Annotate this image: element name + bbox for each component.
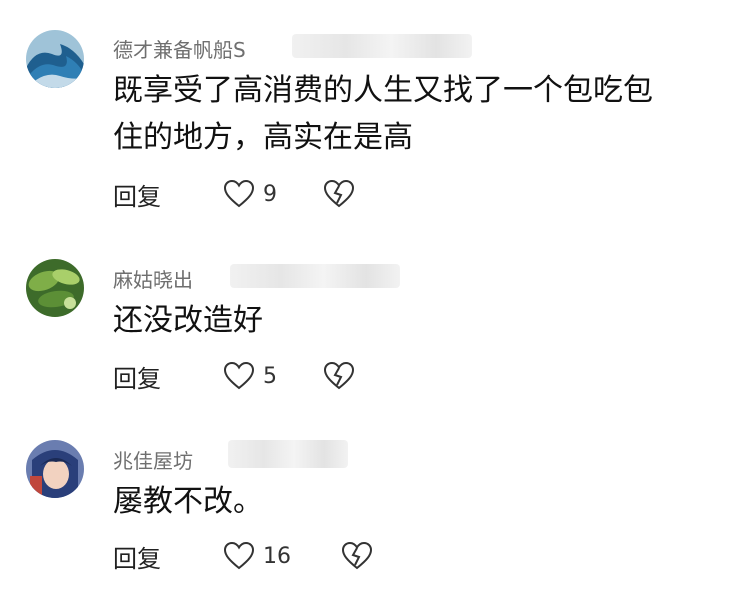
- like-button[interactable]: 9: [223, 179, 323, 209]
- redacted-text: [230, 264, 400, 288]
- comment-item: 麻姑晓出 还没改造好 回复 5: [0, 240, 750, 410]
- like-count: 9: [263, 181, 277, 207]
- username[interactable]: 兆佳屋坊: [113, 445, 193, 474]
- heart-icon: [223, 361, 255, 390]
- comment-item: 德才兼备帆船S 既享受了高消费的人生又找了一个包吃包 住的地方，高实在是高 回复…: [0, 0, 750, 220]
- broken-heart-icon: [323, 361, 355, 390]
- comment-text: 屡教不改。: [113, 484, 263, 519]
- avatar[interactable]: [26, 440, 84, 498]
- broken-heart-icon: [341, 541, 373, 570]
- avatar[interactable]: [26, 30, 84, 88]
- like-count: 5: [263, 363, 277, 389]
- heart-icon: [223, 179, 255, 208]
- redacted-text: [228, 440, 348, 468]
- reply-button[interactable]: 回复: [113, 177, 223, 212]
- like-count: 16: [263, 543, 291, 569]
- wave-avatar-icon: [26, 30, 84, 88]
- like-button[interactable]: 5: [223, 361, 323, 391]
- comment-actions: 回复 5: [113, 358, 355, 394]
- dislike-button[interactable]: [323, 179, 355, 209]
- dislike-button[interactable]: [341, 541, 373, 571]
- plant-avatar-icon: [26, 259, 84, 317]
- reply-button[interactable]: 回复: [113, 539, 223, 574]
- avatar[interactable]: [26, 259, 84, 317]
- redacted-text: [292, 34, 472, 58]
- reply-button[interactable]: 回复: [113, 359, 223, 394]
- comment-actions: 回复 9: [113, 176, 355, 212]
- comment-item: 兆佳屋坊 屡教不改。 回复 16: [0, 420, 750, 598]
- comment-text: 既享受了高消费的人生又找了一个包吃包 住的地方，高实在是高: [113, 73, 653, 155]
- username[interactable]: 德才兼备帆船S: [113, 34, 246, 63]
- comment-actions: 回复 16: [113, 538, 373, 574]
- like-button[interactable]: 16: [223, 541, 341, 571]
- dislike-button[interactable]: [323, 361, 355, 391]
- broken-heart-icon: [323, 179, 355, 208]
- comment-text: 还没改造好: [113, 303, 263, 338]
- heart-icon: [223, 541, 255, 570]
- anime-avatar-icon: [26, 440, 84, 498]
- username[interactable]: 麻姑晓出: [113, 264, 193, 293]
